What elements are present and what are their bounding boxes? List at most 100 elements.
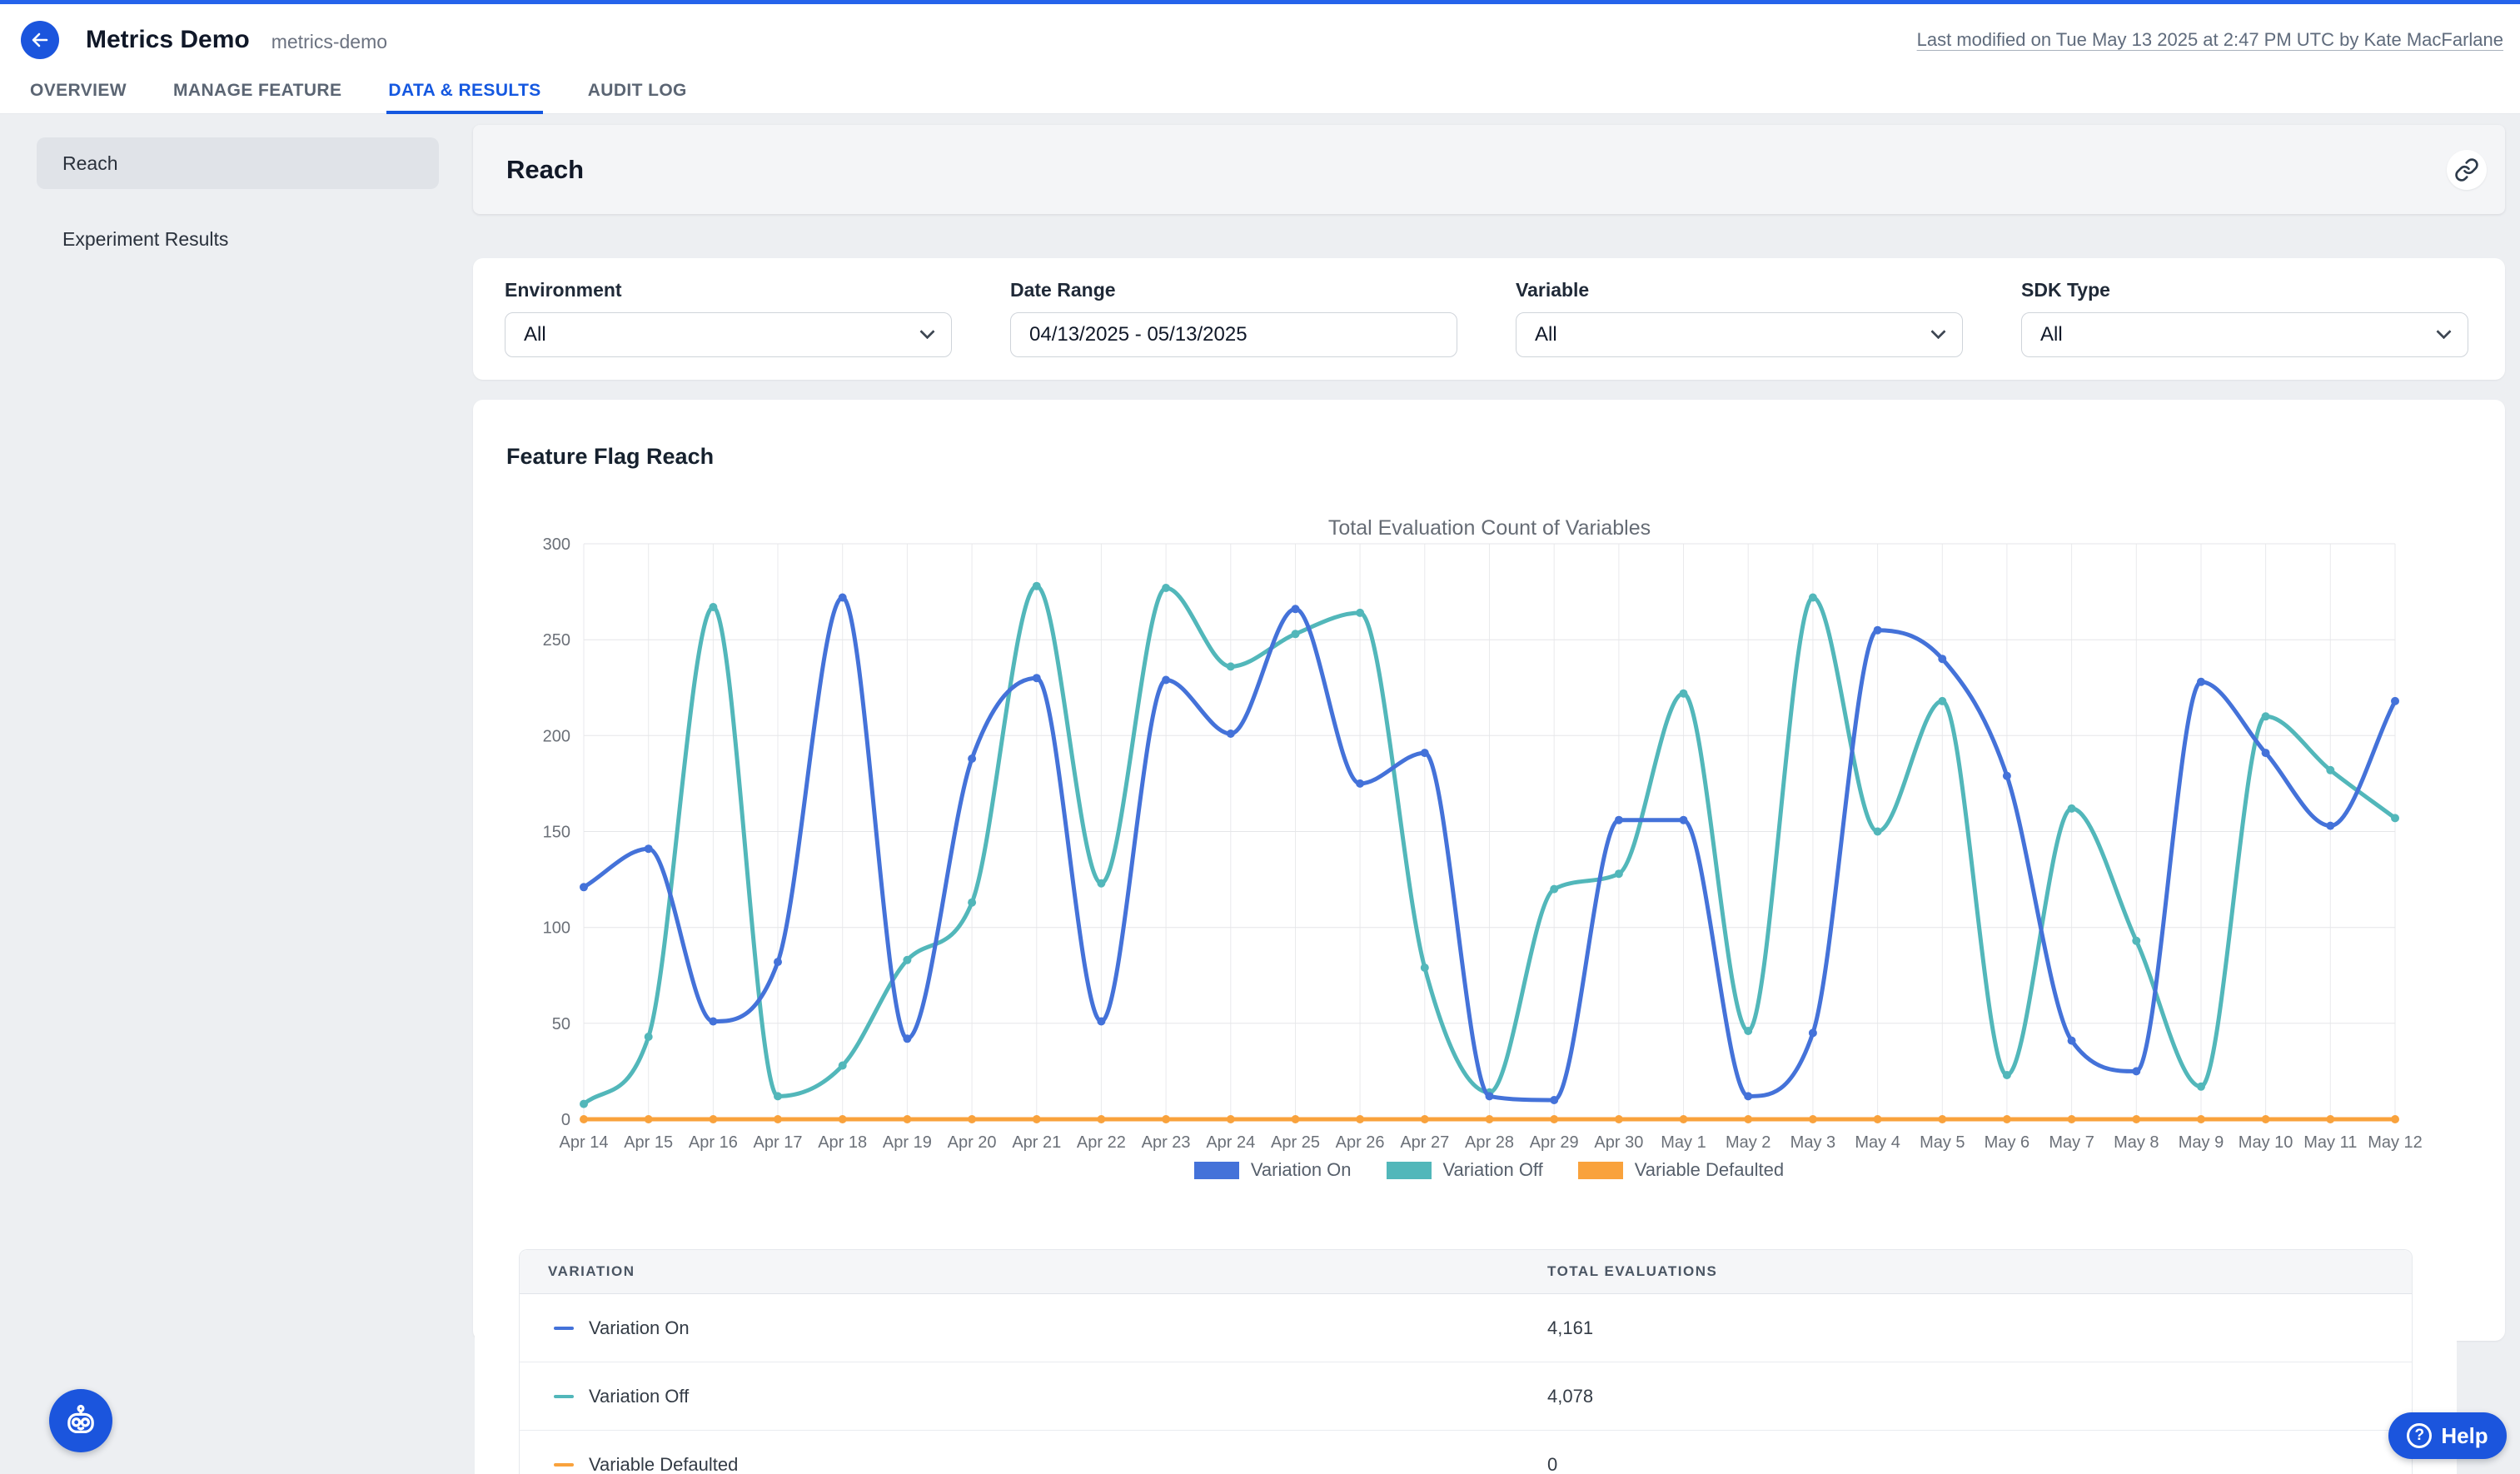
- legend-item-variable-defaulted[interactable]: Variable Defaulted: [1578, 1159, 1784, 1181]
- filters-card: Environment All Date Range 04/13/2025 - …: [473, 258, 2505, 380]
- data-point: [1938, 655, 1946, 663]
- x-tick-label: Apr 19: [883, 1133, 932, 1152]
- column-header-variation: VARIATION: [520, 1263, 1547, 1280]
- data-point: [1162, 1115, 1170, 1123]
- data-point: [1809, 1115, 1817, 1123]
- data-point: [1744, 1092, 1752, 1100]
- data-point: [2326, 766, 2334, 774]
- data-point: [2391, 1115, 2399, 1123]
- data-point: [968, 754, 976, 763]
- legend-swatch: [1578, 1162, 1623, 1179]
- data-point: [1938, 697, 1946, 705]
- x-tick-label: May 4: [1855, 1133, 1900, 1152]
- sidebar-item-reach[interactable]: Reach: [37, 137, 439, 189]
- data-point: [2132, 937, 2140, 945]
- help-button[interactable]: ? Help: [2388, 1412, 2507, 1459]
- app-header: Metrics Demo metrics-demo Last modified …: [0, 4, 2520, 76]
- data-point: [1292, 605, 1300, 613]
- data-point: [1162, 676, 1170, 685]
- data-point: [1680, 1115, 1688, 1123]
- help-label: Help: [2441, 1423, 2488, 1449]
- legend-label: Variable Defaulted: [1635, 1159, 1784, 1181]
- tab-audit-log[interactable]: AUDIT LOG: [586, 76, 689, 114]
- data-point: [1744, 1027, 1752, 1035]
- x-tick-label: Apr 21: [1012, 1133, 1061, 1152]
- sdk-type-value: All: [2040, 323, 2063, 346]
- environment-value: All: [524, 323, 546, 346]
- data-point: [2391, 697, 2399, 705]
- data-point: [2068, 804, 2076, 813]
- data-point: [1162, 584, 1170, 592]
- variation-cell: Variation On: [520, 1317, 1547, 1339]
- tab-overview[interactable]: OVERVIEW: [28, 76, 128, 114]
- data-point: [1809, 1028, 1817, 1037]
- assistant-button[interactable]: [49, 1389, 112, 1452]
- feature-key: metrics-demo: [271, 31, 387, 53]
- data-point: [2391, 814, 2399, 822]
- sdk-type-select[interactable]: All: [2021, 312, 2468, 357]
- total-evaluations-value: 4,078: [1547, 1386, 1593, 1407]
- back-button[interactable]: [21, 21, 59, 59]
- data-point: [1227, 1115, 1235, 1123]
- x-tick-label: Apr 14: [560, 1133, 609, 1152]
- data-point: [1744, 1115, 1752, 1123]
- section-header: Reach: [473, 125, 2505, 214]
- x-tick-label: Apr 30: [1594, 1133, 1643, 1152]
- date-range-value: 04/13/2025 - 05/13/2025: [1029, 323, 1248, 346]
- y-tick-label: 200: [543, 727, 570, 745]
- data-point: [1421, 1115, 1429, 1123]
- data-point: [1097, 1115, 1105, 1123]
- section-title: Reach: [506, 155, 584, 185]
- tab-data-results[interactable]: DATA & RESULTS: [386, 76, 542, 114]
- data-point: [580, 1100, 588, 1108]
- data-point: [2262, 749, 2270, 757]
- y-tick-label: 150: [543, 824, 570, 842]
- x-tick-label: May 2: [1726, 1133, 1770, 1152]
- chart-legend: Variation On Variation Off Variable Defaul…: [473, 1159, 2505, 1181]
- x-tick-label: Apr 20: [948, 1133, 997, 1152]
- series-color-dash-icon: [554, 1463, 574, 1467]
- data-point: [1615, 1115, 1623, 1123]
- x-tick-label: Apr 17: [754, 1133, 803, 1152]
- data-point: [645, 1033, 653, 1041]
- x-tick-label: Apr 26: [1336, 1133, 1385, 1152]
- data-point: [839, 1062, 847, 1070]
- link-icon: [2454, 157, 2479, 182]
- variation-cell: Variation Off: [520, 1386, 1547, 1407]
- data-point: [2262, 712, 2270, 720]
- legend-item-variation-on[interactable]: Variation On: [1194, 1159, 1352, 1181]
- x-tick-label: Apr 18: [818, 1133, 867, 1152]
- data-point: [1550, 1096, 1558, 1104]
- x-tick-label: Apr 22: [1077, 1133, 1126, 1152]
- copy-link-button[interactable]: [2447, 150, 2487, 190]
- data-point: [2003, 1071, 2011, 1079]
- sidebar-item-experiment-results[interactable]: Experiment Results: [37, 213, 439, 265]
- last-modified-text: Last modified on Tue May 13 2025 at 2:47…: [1917, 29, 2503, 51]
- data-point: [839, 1115, 847, 1123]
- data-point: [1809, 594, 1817, 602]
- x-tick-label: Apr 24: [1206, 1133, 1255, 1152]
- data-point: [1550, 1115, 1558, 1123]
- x-tick-label: Apr 27: [1400, 1133, 1449, 1152]
- data-point: [1033, 1115, 1041, 1123]
- x-tick-label: May 9: [2179, 1133, 2224, 1152]
- tab-manage-feature[interactable]: MANAGE FEATURE: [172, 76, 343, 114]
- data-point: [1680, 690, 1688, 698]
- total-evaluations-value: 0: [1547, 1454, 1557, 1474]
- date-range-input[interactable]: 04/13/2025 - 05/13/2025: [1010, 312, 1457, 357]
- page-title: Metrics Demo: [86, 26, 250, 54]
- data-point: [1292, 630, 1300, 638]
- legend-item-variation-off[interactable]: Variation Off: [1387, 1159, 1543, 1181]
- variable-select[interactable]: All: [1516, 312, 1963, 357]
- filter-environment: Environment All: [505, 279, 952, 380]
- data-point: [1227, 662, 1235, 670]
- table-row: Variation On4,161: [520, 1294, 2412, 1362]
- data-point: [1292, 1115, 1300, 1123]
- x-tick-label: May 8: [2114, 1133, 2159, 1152]
- data-point: [1097, 879, 1105, 888]
- legend-swatch: [1387, 1162, 1432, 1179]
- environment-select[interactable]: All: [505, 312, 952, 357]
- legend-label: Variation On: [1251, 1159, 1352, 1181]
- data-point: [1615, 816, 1623, 824]
- x-tick-label: May 7: [2049, 1133, 2094, 1152]
